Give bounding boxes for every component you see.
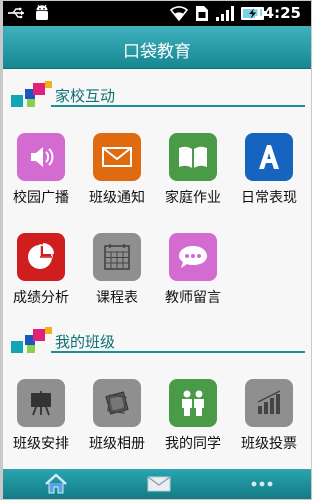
status-bar: 14:25: [3, 1, 311, 26]
home-icon[interactable]: [41, 473, 71, 495]
bottom-nav: [3, 469, 311, 499]
clock: 14:25: [253, 4, 301, 22]
chat-bubble-icon: [169, 233, 217, 281]
section-title: 家校互动: [55, 87, 116, 105]
section-divider: [51, 105, 305, 107]
book-icon: [169, 133, 217, 181]
wifi-icon: [169, 6, 189, 22]
tile-class-album[interactable]: 班级相册: [79, 379, 155, 471]
tile-class-notice[interactable]: 班级通知: [79, 133, 155, 225]
section-logo-icon: [11, 327, 52, 353]
tile-class-arrangement[interactable]: 班级安排: [3, 379, 79, 471]
tile-label: 家庭作业: [165, 190, 221, 206]
more-icon[interactable]: [247, 473, 277, 495]
speaker-icon: [17, 133, 65, 181]
tile-teacher-message[interactable]: 教师留言: [155, 233, 231, 325]
tile-daily-performance[interactable]: 日常表现: [231, 133, 307, 225]
tile-homework[interactable]: 家庭作业: [155, 133, 231, 225]
tile-timetable[interactable]: 课程表: [79, 233, 155, 325]
photo-album-icon: [93, 379, 141, 427]
tile-campus-broadcast[interactable]: 校园广播: [3, 133, 79, 225]
tile-label: 日常表现: [241, 190, 297, 206]
tile-label: 班级投票: [241, 436, 297, 452]
tile-class-vote[interactable]: 班级投票: [231, 379, 307, 471]
sim-icon: [196, 6, 208, 21]
tile-label: 我的同学: [165, 436, 221, 452]
tile-grade-analysis[interactable]: 成绩分析: [3, 233, 79, 325]
envelope-icon: [93, 133, 141, 181]
section-header-home-school: 家校互动: [11, 81, 305, 107]
tile-label: 教师留言: [165, 290, 221, 306]
tile-label: 课程表: [96, 290, 138, 306]
bar-chart-icon: [245, 379, 293, 427]
usb-icon: [8, 7, 24, 19]
classmates-icon: [169, 379, 217, 427]
pie-chart-icon: [17, 233, 65, 281]
calendar-icon: [93, 233, 141, 281]
signal-icon: [216, 6, 234, 21]
section-divider: [51, 351, 305, 353]
section-header-my-class: 我的班级: [11, 327, 305, 353]
android-debug-icon: [36, 4, 48, 20]
page-title: 口袋教育: [123, 42, 191, 62]
mail-icon[interactable]: [144, 473, 174, 495]
app-frame: 14:25 口袋教育 家校互动 校园广播 班级通知 家庭作业 日常表现 成绩分析…: [0, 0, 312, 500]
tile-label: 班级通知: [89, 190, 145, 206]
easel-icon: [17, 379, 65, 427]
section-logo-icon: [11, 81, 52, 107]
letter-a-icon: [245, 133, 293, 181]
title-bar: 口袋教育: [3, 26, 311, 69]
tile-label: 班级相册: [89, 436, 145, 452]
section-title: 我的班级: [55, 333, 116, 351]
tile-my-classmates[interactable]: 我的同学: [155, 379, 231, 471]
